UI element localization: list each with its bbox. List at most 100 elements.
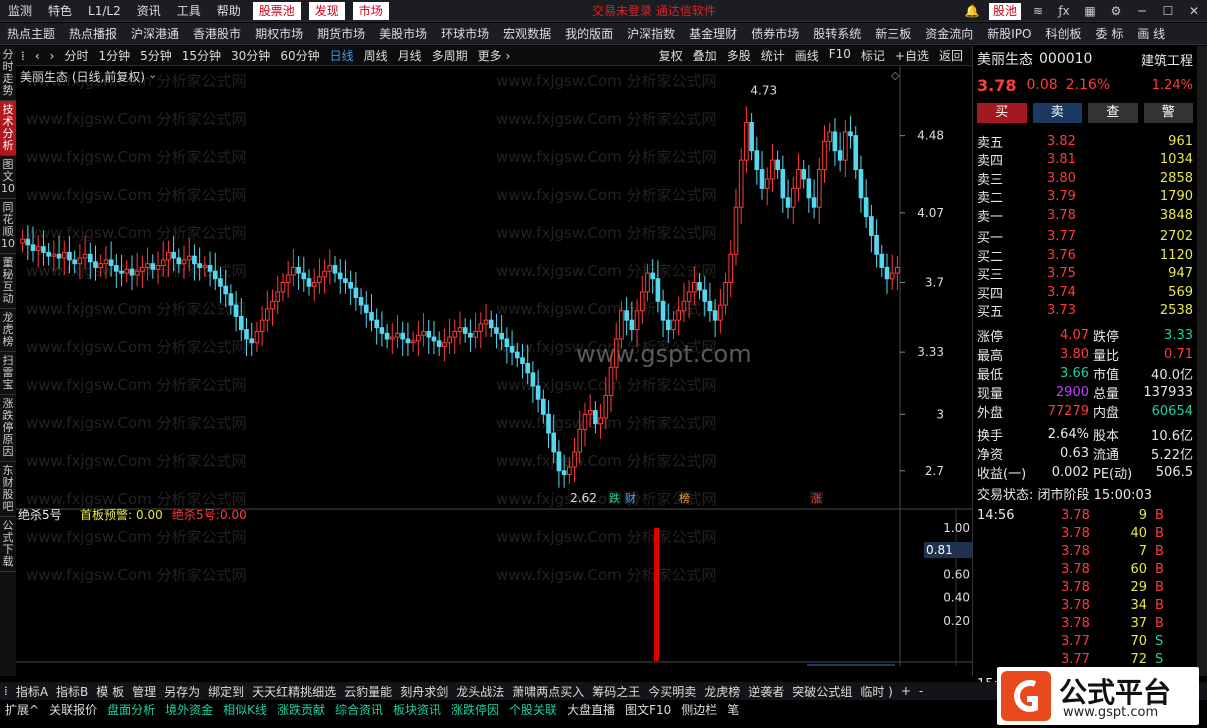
status-item[interactable]: 个股关联: [504, 701, 562, 718]
chart-tool-button[interactable]: 画线: [790, 47, 824, 64]
formula-tab[interactable]: 刻舟求剑: [396, 683, 452, 700]
chart-tool-button[interactable]: 复权: [654, 47, 688, 64]
nav-item[interactable]: 新股IPO: [980, 23, 1038, 44]
status-item[interactable]: 涨跌停因: [446, 701, 504, 718]
quote-scrollbar[interactable]: [1197, 46, 1207, 676]
chart-tool-button[interactable]: 叠加: [688, 47, 722, 64]
menu-item[interactable]: L1/L2: [80, 0, 129, 21]
status-item[interactable]: 侧边栏: [676, 701, 722, 718]
chart-tool-button[interactable]: 标记: [856, 47, 890, 64]
formula-tab[interactable]: 龙虎榜: [700, 683, 744, 700]
nav-item[interactable]: 画 线: [1130, 23, 1172, 44]
formula-tab[interactable]: -: [915, 684, 927, 698]
menu-item[interactable]: 特色: [40, 0, 80, 21]
nav-item[interactable]: 基金理财: [682, 23, 744, 44]
status-item[interactable]: 板块资讯: [388, 701, 446, 718]
menu-highlight-item[interactable]: 市场: [352, 1, 389, 20]
kline-chart[interactable]: www.fxjgsw.Com 分析家公式网 www.fxjgsw.Com 分析家公…: [16, 66, 972, 680]
nav-item[interactable]: 期权市场: [248, 23, 310, 44]
status-item[interactable]: 涨跌贡献: [272, 701, 330, 718]
status-item[interactable]: 大盘直播: [562, 701, 620, 718]
period-tab[interactable]: 30分钟: [226, 47, 275, 64]
ask-price[interactable]: 3.79: [1047, 189, 1107, 204]
chart-tool-button[interactable]: +自选: [890, 47, 934, 64]
period-tab[interactable]: 1分钟: [93, 47, 135, 64]
side-tab[interactable]: 扫雷宝: [0, 352, 16, 395]
formula-tab[interactable]: 模 板: [92, 683, 128, 700]
formula-tab[interactable]: 指标B: [52, 683, 92, 700]
menu-item[interactable]: 监测: [0, 0, 40, 21]
diamond-icon[interactable]: ◇: [891, 69, 900, 82]
formula-tab[interactable]: 另存为: [160, 683, 204, 700]
nav-item[interactable]: 股转系统: [806, 23, 868, 44]
bell-icon[interactable]: 🔔: [959, 4, 985, 18]
chart-area[interactable]: www.fxjgsw.Com 分析家公式网 www.fxjgsw.Com 分析家公…: [16, 66, 972, 680]
buy-button[interactable]: 买: [977, 103, 1027, 123]
side-tab[interactable]: 涨跌停原因: [0, 395, 16, 462]
formula-tab[interactable]: 指标A: [12, 683, 52, 700]
formula-tab[interactable]: 天天红精挑细选: [248, 683, 340, 700]
formula-tab[interactable]: 云豹量能: [340, 683, 396, 700]
nav-item[interactable]: 宏观数据: [496, 23, 558, 44]
period-tab[interactable]: 更多 ›: [473, 47, 516, 64]
nav-item[interactable]: 期货市场: [310, 23, 372, 44]
event-marker[interactable]: 财: [625, 491, 636, 505]
chart-tool-button[interactable]: F10: [824, 47, 856, 64]
back-arrow-icon[interactable]: ‹: [30, 49, 45, 63]
formula-tab[interactable]: 龙头战法: [452, 683, 508, 700]
chart-tool-button[interactable]: 多股: [722, 47, 756, 64]
query-button[interactable]: 查: [1088, 103, 1138, 123]
period-tab[interactable]: 多周期: [427, 47, 473, 64]
status-item[interactable]: 扩展^: [0, 701, 44, 718]
chart-tool-button[interactable]: 返回: [934, 47, 968, 64]
period-tab[interactable]: 5分钟: [135, 47, 177, 64]
formula-icon[interactable]: ƒx: [1051, 4, 1077, 18]
maximize-icon[interactable]: ☐: [1155, 4, 1181, 18]
event-marker[interactable]: 涨: [811, 492, 822, 505]
nav-item[interactable]: 美股市场: [372, 23, 434, 44]
forward-arrow-icon[interactable]: ›: [45, 49, 60, 63]
formula-tab[interactable]: 管理: [128, 683, 160, 700]
formula-tab[interactable]: 萧啸两点买入: [508, 683, 588, 700]
formula-tab[interactable]: 绑定到: [204, 683, 248, 700]
bid-price[interactable]: 3.73: [1047, 303, 1107, 318]
period-tab[interactable]: 15分钟: [177, 47, 226, 64]
event-marker[interactable]: 榜: [679, 491, 690, 505]
menu-highlight-item[interactable]: 股票池: [252, 1, 301, 20]
status-item[interactable]: 境外资金: [160, 701, 218, 718]
formula-tab[interactable]: 临时 ): [856, 683, 897, 700]
menu-item[interactable]: 工具: [169, 0, 209, 21]
bid-price[interactable]: 3.76: [1047, 248, 1107, 263]
nav-item[interactable]: 沪深港通: [124, 23, 186, 44]
close-icon[interactable]: ✕: [1181, 4, 1207, 18]
ask-price[interactable]: 3.78: [1047, 208, 1107, 223]
formula-tab[interactable]: 筹码之王: [588, 683, 644, 700]
nav-item[interactable]: 环球市场: [434, 23, 496, 44]
nav-item[interactable]: 沪深指数: [620, 23, 682, 44]
bid-price[interactable]: 3.74: [1047, 285, 1107, 300]
minimize-icon[interactable]: ─: [1129, 4, 1155, 18]
nav-item[interactable]: 热点主题: [0, 23, 62, 44]
nav-item[interactable]: 委 标: [1089, 23, 1131, 44]
gear-icon[interactable]: ⚙: [1103, 4, 1129, 18]
menu-item[interactable]: 帮助: [209, 0, 249, 21]
nav-item[interactable]: 债券市场: [744, 23, 806, 44]
bid-price[interactable]: 3.77: [1047, 229, 1107, 244]
grid-icon[interactable]: ▦: [1077, 4, 1103, 18]
status-item[interactable]: 相似K线: [218, 701, 272, 718]
stock-pool-button[interactable]: 股池: [988, 2, 1021, 20]
nav-item[interactable]: 科创板: [1038, 23, 1088, 44]
side-tab[interactable]: 龙虎榜: [0, 309, 16, 352]
sell-button[interactable]: 卖: [1032, 103, 1082, 123]
nav-item[interactable]: 资金流向: [918, 23, 980, 44]
nav-item[interactable]: 香港股市: [186, 23, 248, 44]
status-item[interactable]: 盘面分析: [102, 701, 160, 718]
period-tab[interactable]: 周线: [359, 47, 393, 64]
ask-price[interactable]: 3.80: [1047, 171, 1107, 186]
grid-menu-icon[interactable]: ⁞: [16, 49, 30, 63]
period-tab[interactable]: 60分钟: [275, 47, 324, 64]
ask-price[interactable]: 3.82: [1047, 134, 1107, 149]
nav-item[interactable]: 我的版面: [558, 23, 620, 44]
side-tab[interactable]: 技术分析: [0, 101, 16, 156]
formula-tab[interactable]: +: [897, 684, 915, 698]
